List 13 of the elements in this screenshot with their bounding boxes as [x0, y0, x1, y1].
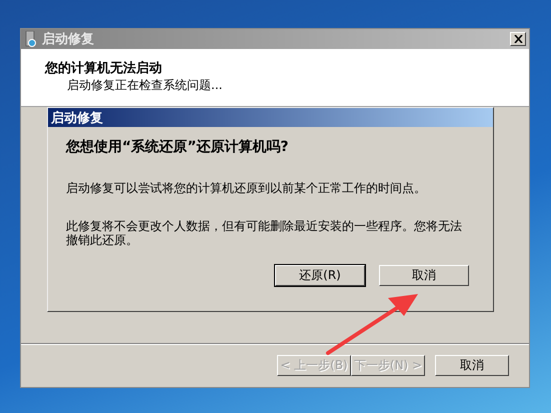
dialog-button[interactable]: 还原(R): [275, 265, 365, 286]
dialog-title: 启动修复: [48, 108, 493, 127]
drive-icon: [24, 31, 38, 47]
dialog-question: 您想使用“系统还原”还原计算机吗?: [66, 138, 290, 156]
window-title: 启动修复: [42, 30, 95, 48]
dialog-text: 启动修复可以尝试将您的计算机还原到以前某个正常工作的时间点。: [66, 181, 427, 195]
dialog-text: 此修复将不会更改个人数据，但有可能删除最近安装的一些程序。您将无法撤销此还原。: [66, 219, 463, 247]
status-text: 启动修复正在检查系统问题...: [66, 77, 224, 94]
page-heading: 您的计算机无法启动: [45, 60, 163, 77]
close-button[interactable]: [510, 32, 526, 46]
wizard-button[interactable]: 取消: [435, 355, 509, 376]
close-icon: [514, 35, 522, 43]
dialog-button[interactable]: 取消: [379, 265, 469, 286]
